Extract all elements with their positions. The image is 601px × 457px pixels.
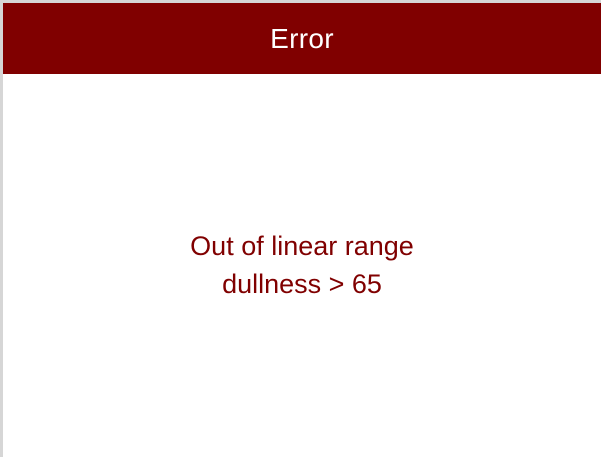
- title-bar: Error: [3, 3, 601, 74]
- dialog-title: Error: [270, 22, 334, 54]
- error-message-line-1: Out of linear range: [190, 231, 414, 261]
- error-message-line-2: dullness > 65: [222, 269, 382, 299]
- error-message: Out of linear range dullness > 65: [3, 227, 601, 303]
- error-dialog: Error Out of linear range dullness > 65: [0, 0, 601, 457]
